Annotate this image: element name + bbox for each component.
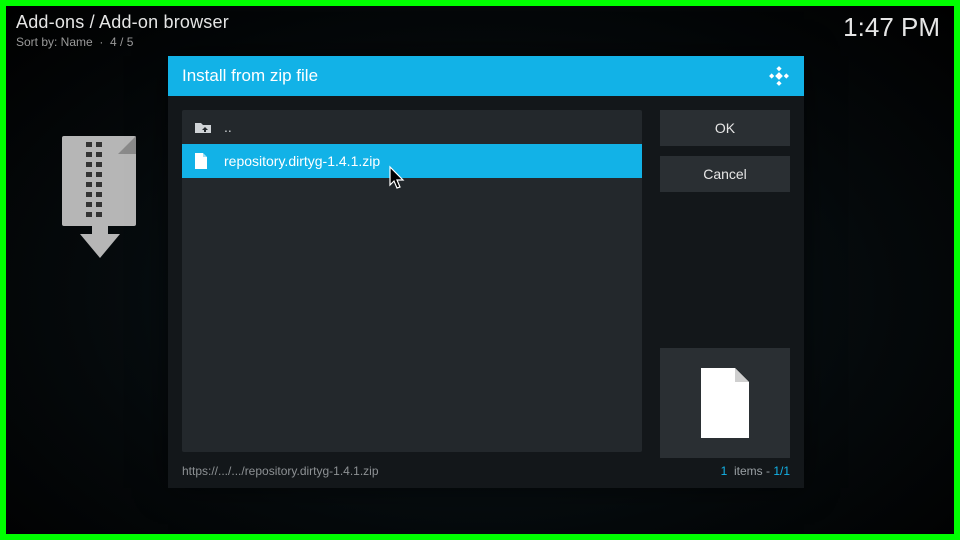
app-screen: Add-ons / Add-on browser Sort by: Name ·… — [6, 6, 954, 534]
dialog-footer: https://.../.../repository.dirtyg-1.4.1.… — [168, 458, 804, 488]
clock: 1:47 PM — [843, 12, 940, 43]
install-zip-dialog: Install from zip file .. — [168, 56, 804, 488]
file-icon — [194, 153, 212, 169]
file-row[interactable]: repository.dirtyg-1.4.1.zip — [182, 144, 642, 178]
separator-dot: · — [96, 35, 110, 49]
folder-up-icon — [194, 120, 212, 134]
file-list[interactable]: .. repository.dirtyg-1.4.1.zip — [182, 110, 642, 452]
zip-icon — [62, 136, 162, 276]
file-row-label: repository.dirtyg-1.4.1.zip — [224, 153, 380, 169]
footer-page: 1/1 — [773, 464, 790, 478]
dialog-body: .. repository.dirtyg-1.4.1.zip OK Cancel — [168, 96, 804, 458]
dialog-side: OK Cancel — [660, 110, 790, 458]
sort-line: Sort by: Name · 4 / 5 — [16, 35, 229, 49]
position-count: 4 / 5 — [110, 35, 133, 49]
footer-path: https://.../.../repository.dirtyg-1.4.1.… — [182, 464, 379, 478]
footer-count: 1 — [721, 464, 728, 478]
kodi-logo-icon — [768, 65, 790, 87]
footer-counts: 1 items - 1/1 — [721, 464, 790, 478]
dialog-titlebar: Install from zip file — [168, 56, 804, 96]
footer-items-word: items — [734, 464, 763, 478]
ok-button[interactable]: OK — [660, 110, 790, 146]
dialog-title: Install from zip file — [182, 66, 318, 86]
file-column: .. repository.dirtyg-1.4.1.zip — [182, 110, 642, 458]
topbar: Add-ons / Add-on browser Sort by: Name ·… — [16, 12, 229, 49]
cancel-button[interactable]: Cancel — [660, 156, 790, 192]
file-thumbnail — [660, 348, 790, 458]
sort-label: Sort by: Name — [16, 35, 93, 49]
document-icon — [697, 368, 753, 438]
parent-folder-label: .. — [224, 119, 232, 135]
parent-folder-row[interactable]: .. — [182, 110, 642, 144]
breadcrumb: Add-ons / Add-on browser — [16, 12, 229, 33]
